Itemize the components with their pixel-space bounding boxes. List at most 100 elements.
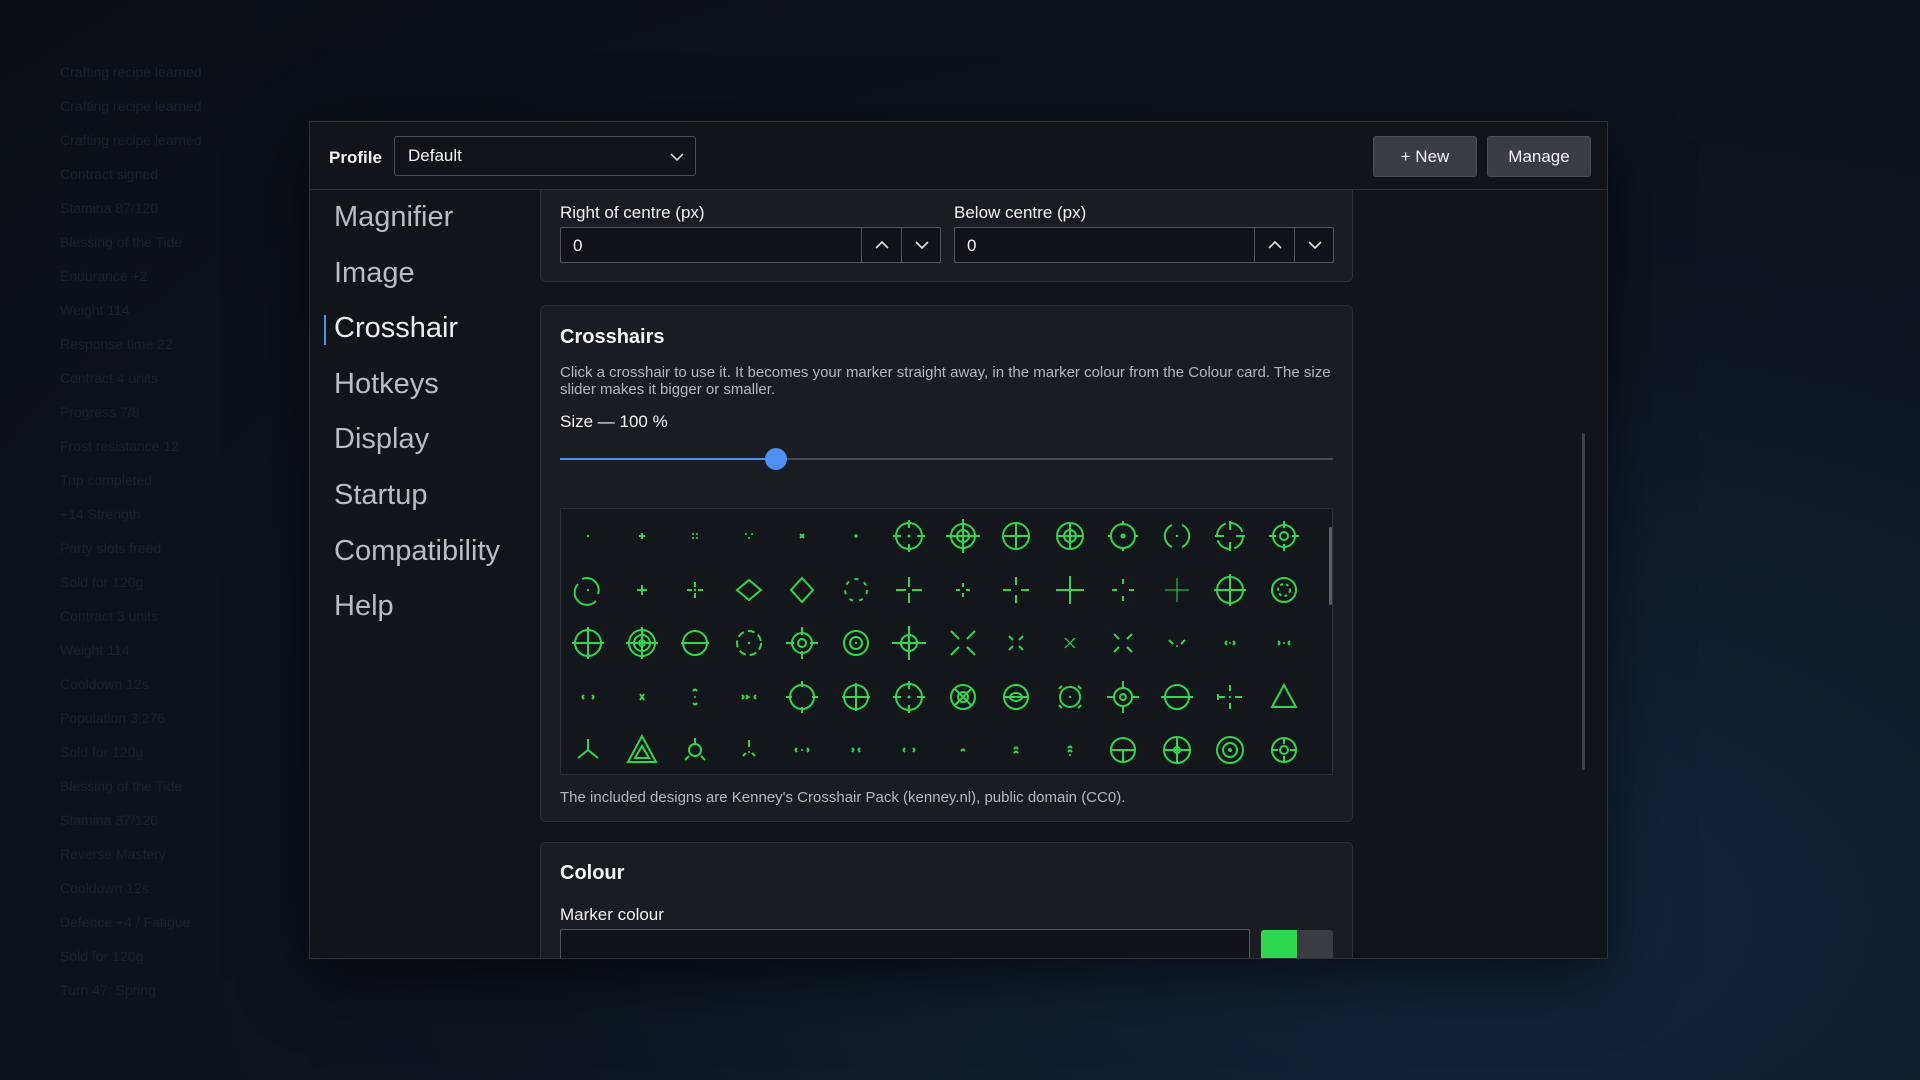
- crosshair-x-small-icon: [799, 533, 805, 539]
- background-log-line: +14 Strength: [60, 506, 141, 522]
- right-of-centre-spinbox[interactable]: 0: [560, 227, 941, 263]
- crosshair-option[interactable]: [889, 516, 929, 556]
- crosshair-option[interactable]: [943, 623, 983, 663]
- crosshair-option[interactable]: [782, 516, 822, 556]
- below-increment-button[interactable]: [1254, 228, 1295, 262]
- crosshair-tri-fork-icon: [577, 739, 599, 759]
- crosshair-option[interactable]: [622, 623, 662, 663]
- new-profile-button[interactable]: + New: [1373, 136, 1477, 177]
- crosshair-option[interactable]: [622, 730, 662, 770]
- crosshair-option[interactable]: [889, 623, 929, 663]
- crosshair-option[interactable]: [1050, 677, 1090, 717]
- crosshair-option[interactable]: [675, 570, 715, 610]
- crosshair-option[interactable]: [622, 677, 662, 717]
- crosshair-option[interactable]: [782, 730, 822, 770]
- crosshair-option[interactable]: [782, 623, 822, 663]
- crosshair-option[interactable]: [1103, 677, 1143, 717]
- crosshair-option[interactable]: [729, 516, 769, 556]
- crosshair-option[interactable]: [836, 730, 876, 770]
- crosshair-option[interactable]: [568, 623, 608, 663]
- crosshair-cross-solid-icon: [1055, 575, 1084, 604]
- crosshair-option[interactable]: [622, 570, 662, 610]
- crosshair-option[interactable]: [675, 677, 715, 717]
- crosshair-option[interactable]: [836, 570, 876, 610]
- sidebar-item-help[interactable]: Help: [334, 586, 394, 626]
- sidebar-item-startup[interactable]: Startup: [334, 475, 428, 515]
- crosshair-option[interactable]: [1050, 516, 1090, 556]
- crosshair-h-circle-icon: [681, 630, 709, 656]
- crosshair-option[interactable]: [622, 516, 662, 556]
- crosshair-option[interactable]: [675, 623, 715, 663]
- right-increment-button[interactable]: [861, 228, 902, 262]
- crosshair-option[interactable]: [568, 677, 608, 717]
- crosshair-option[interactable]: [889, 730, 929, 770]
- crosshair-option[interactable]: [1264, 570, 1304, 610]
- below-decrement-button[interactable]: [1294, 228, 1335, 262]
- crosshair-option[interactable]: [568, 516, 608, 556]
- crosshair-option[interactable]: [1210, 570, 1250, 610]
- crosshair-option[interactable]: [1103, 570, 1143, 610]
- crosshair-option[interactable]: [675, 516, 715, 556]
- crosshair-option[interactable]: [729, 730, 769, 770]
- crosshair-option[interactable]: [996, 570, 1036, 610]
- crosshair-option[interactable]: [1103, 730, 1143, 770]
- crosshair-option[interactable]: [568, 730, 608, 770]
- crosshair-option[interactable]: [1264, 516, 1304, 556]
- crosshair-option[interactable]: [1103, 516, 1143, 556]
- crosshair-option[interactable]: [1157, 677, 1197, 717]
- sidebar-item-image[interactable]: Image: [334, 253, 415, 293]
- crosshair-option[interactable]: [889, 570, 929, 610]
- crosshair-option[interactable]: [836, 516, 876, 556]
- crosshair-option[interactable]: [836, 677, 876, 717]
- crosshair-option[interactable]: [996, 623, 1036, 663]
- crosshair-option[interactable]: [1264, 730, 1304, 770]
- crosshair-option[interactable]: [889, 677, 929, 717]
- crosshair-option[interactable]: [1264, 623, 1304, 663]
- crosshair-option[interactable]: [996, 677, 1036, 717]
- crosshair-option[interactable]: [675, 730, 715, 770]
- crosshair-option[interactable]: [836, 623, 876, 663]
- marker-colour-label: Marker colour: [560, 905, 664, 924]
- crosshair-option[interactable]: [729, 570, 769, 610]
- crosshair-option[interactable]: [729, 677, 769, 717]
- content-scrollbar[interactable]: [1582, 433, 1585, 770]
- crosshair-option[interactable]: [1157, 516, 1197, 556]
- below-centre-spinbox[interactable]: 0: [954, 227, 1334, 263]
- crosshair-option[interactable]: [1157, 623, 1197, 663]
- crosshair-option[interactable]: [1050, 623, 1090, 663]
- size-slider[interactable]: [560, 446, 1333, 472]
- marker-colour-input[interactable]: [560, 929, 1250, 958]
- manage-profiles-button[interactable]: Manage: [1487, 136, 1591, 177]
- crosshair-option[interactable]: [1210, 623, 1250, 663]
- crosshair-option[interactable]: [1210, 677, 1250, 717]
- sidebar-item-crosshair[interactable]: Crosshair: [334, 308, 458, 348]
- crosshair-option[interactable]: [1157, 730, 1197, 770]
- crosshair-option[interactable]: [1050, 730, 1090, 770]
- crosshair-option[interactable]: [568, 570, 608, 610]
- crosshair-option[interactable]: [729, 623, 769, 663]
- crosshair-option[interactable]: [943, 677, 983, 717]
- crosshair-option[interactable]: [1103, 623, 1143, 663]
- marker-colour-swatch[interactable]: [1261, 930, 1333, 958]
- right-decrement-button[interactable]: [901, 228, 942, 262]
- crosshair-option[interactable]: [943, 570, 983, 610]
- crosshair-grid-scrollbar[interactable]: [1329, 527, 1332, 605]
- crosshair-option[interactable]: [1157, 570, 1197, 610]
- profile-dropdown[interactable]: Default: [394, 136, 696, 176]
- crosshair-option[interactable]: [1210, 730, 1250, 770]
- sidebar-item-compatibility[interactable]: Compatibility: [334, 531, 500, 571]
- crosshair-option[interactable]: [1050, 570, 1090, 610]
- size-slider-thumb[interactable]: [765, 448, 788, 470]
- crosshair-option[interactable]: [1210, 516, 1250, 556]
- crosshair-option[interactable]: [782, 677, 822, 717]
- crosshair-option[interactable]: [943, 730, 983, 770]
- crosshair-option[interactable]: [1264, 677, 1304, 717]
- crosshair-circle-dotted-icon: [1270, 576, 1297, 603]
- sidebar-item-hotkeys[interactable]: Hotkeys: [334, 364, 439, 404]
- sidebar-item-magnifier[interactable]: Magnifier: [334, 197, 453, 237]
- sidebar-item-display[interactable]: Display: [334, 419, 429, 459]
- crosshair-option[interactable]: [996, 730, 1036, 770]
- crosshair-option[interactable]: [996, 516, 1036, 556]
- crosshair-option[interactable]: [943, 516, 983, 556]
- crosshair-option[interactable]: [782, 570, 822, 610]
